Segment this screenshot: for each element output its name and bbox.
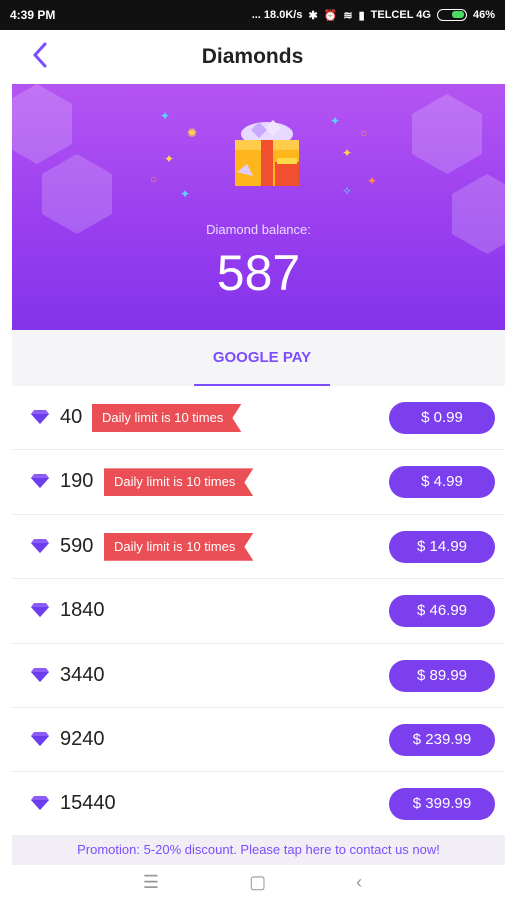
bluetooth-icon: ✱: [308, 9, 318, 22]
status-bar: 4:39 PM ... 18.0K/s ✱ ⏰ ≋ ▮ TELCEL 4G 46…: [0, 0, 505, 30]
sparkle-icon: ✦: [160, 109, 171, 123]
back-nav-icon[interactable]: ‹: [356, 872, 362, 893]
list-item: 9240 $ 239.99: [12, 708, 505, 773]
hexagon-decoration-icon: [12, 84, 72, 164]
list-item: 40 Daily limit is 10 times $ 0.99: [12, 386, 505, 451]
sparkle-icon: ✦: [180, 187, 191, 201]
hexagon-decoration-icon: [452, 174, 505, 254]
balance-label: Diamond balance:: [206, 222, 311, 237]
signal-icon: ▮: [358, 9, 365, 22]
diamond-balance: 587: [216, 245, 301, 301]
buy-button[interactable]: $ 89.99: [389, 659, 495, 692]
list-item: 15440 $ 399.99: [12, 772, 505, 837]
diamond-icon: [31, 796, 49, 811]
menu-icon[interactable]: ☰: [143, 872, 159, 893]
battery-icon: [436, 9, 467, 21]
tab-google-pay[interactable]: GOOGLE PAY: [194, 330, 330, 386]
status-icons: ... 18.0K/s ✱ ⏰ ≋ ▮ TELCEL 4G 46%: [252, 9, 495, 22]
sparkle-icon: ✦: [342, 146, 353, 160]
list-item: 1840 $ 46.99: [12, 579, 505, 644]
buy-button[interactable]: $ 0.99: [389, 402, 495, 434]
buy-button[interactable]: $ 239.99: [389, 723, 495, 756]
diamond-amount: 40: [60, 406, 83, 428]
sparkle-icon: ✺: [187, 126, 198, 140]
diamond-amount: 590: [60, 534, 94, 557]
back-arrow-icon: [32, 42, 47, 68]
network-speed: ... 18.0K/s: [251, 9, 303, 21]
back-button[interactable]: [30, 40, 60, 74]
gift-chest-icon: [235, 120, 299, 186]
payment-tabs: GOOGLE PAY: [12, 330, 505, 386]
diamond-icon: [31, 538, 49, 553]
diamond-amount: 15440: [60, 792, 116, 815]
hexagon-decoration-icon: [412, 94, 482, 174]
carrier-label: TELCEL 4G: [370, 9, 431, 21]
wifi-icon: ≋: [343, 9, 353, 22]
diamond-icon: [31, 410, 49, 424]
status-time: 4:39 PM: [10, 8, 56, 22]
sparkle-icon: ○: [150, 172, 158, 186]
battery-percent: 46%: [472, 9, 495, 21]
diamond-icon: [31, 603, 49, 618]
daily-limit-badge: Daily limit is 10 times: [92, 404, 242, 432]
sparkle-icon: ✦: [164, 152, 175, 166]
diamond-icon: [31, 474, 49, 489]
sparkle-icon: ✦: [330, 114, 341, 128]
promotion-banner[interactable]: Promotion: 5-20% discount. Please tap he…: [12, 835, 505, 865]
home-icon[interactable]: ▢: [249, 872, 266, 893]
daily-limit-badge: Daily limit is 10 times: [104, 468, 254, 497]
page-title: Diamonds: [201, 45, 304, 68]
daily-limit-badge: Daily limit is 10 times: [104, 532, 254, 561]
top-bar: Diamonds: [0, 30, 505, 84]
diamond-icon: [31, 667, 49, 682]
diamond-amount: 3440: [60, 663, 105, 686]
diamond-icon: [31, 731, 49, 746]
list-item: 190 Daily limit is 10 times $ 4.99: [12, 450, 505, 515]
sparkle-icon: ✦: [367, 174, 378, 188]
buy-button[interactable]: $ 399.99: [389, 788, 495, 821]
diamond-amount: 1840: [60, 599, 105, 622]
sparkle-icon: ○: [360, 126, 368, 140]
diamond-amount: 190: [60, 470, 94, 493]
buy-button[interactable]: $ 14.99: [389, 530, 495, 563]
list-item: 590 Daily limit is 10 times $ 14.99: [12, 515, 505, 580]
buy-button[interactable]: $ 46.99: [389, 595, 495, 628]
list-item: 3440 $ 89.99: [12, 644, 505, 708]
package-list: 40 Daily limit is 10 times $ 0.99 190 Da…: [12, 386, 505, 837]
alarm-icon: ⏰: [323, 9, 338, 22]
buy-button[interactable]: $ 4.99: [389, 466, 495, 499]
balance-banner: ✦ ✺ ✦ ○ ✦ ✦ ○ ✦ ✦ ✧ Diamond balance: 587: [12, 84, 505, 330]
diamond-amount: 9240: [60, 727, 105, 750]
sparkle-icon: ✧: [342, 184, 353, 198]
system-nav-bar: ☰ ▢ ‹: [0, 865, 505, 900]
